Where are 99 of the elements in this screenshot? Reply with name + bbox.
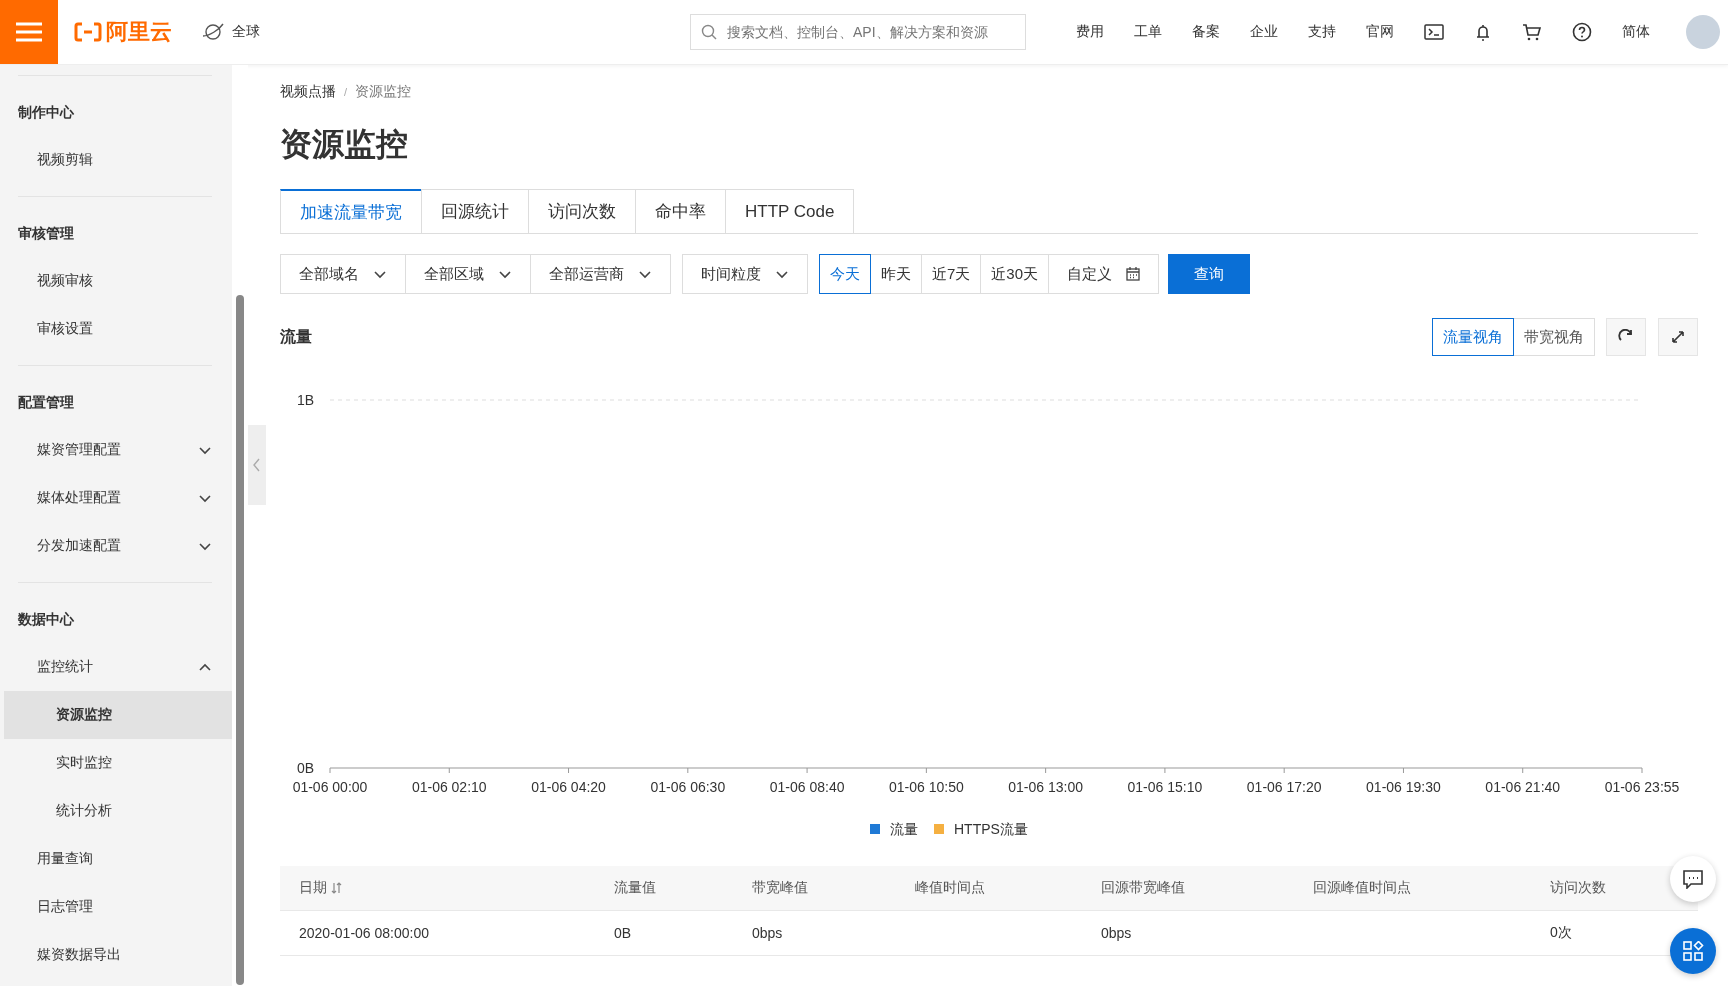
legend-label[interactable]: 流量 [890,821,918,837]
cart-icon[interactable] [1522,23,1542,41]
search-icon [701,24,717,40]
sidebar-item[interactable]: 用量查询 [4,835,232,883]
nav-link[interactable]: 备案 [1192,23,1220,41]
sidebar-item[interactable]: 媒资数据导出 [4,931,232,979]
caret-icon [498,268,512,280]
language-link[interactable]: 简体 [1622,23,1650,41]
nav-link[interactable]: 支持 [1308,23,1336,41]
sidebar-item[interactable]: 视频剪辑 [4,136,232,184]
view-toggle[interactable]: 带宽视角 [1513,318,1595,356]
x-tick-label: 01-06 10:50 [889,779,964,795]
legend-label[interactable]: HTTPS流量 [954,821,1028,837]
date-range-option[interactable]: 今天 [819,254,871,294]
column-header: 访问次数 [1550,879,1606,897]
refresh-button[interactable] [1606,318,1646,356]
x-tick-label: 01-06 21:40 [1485,779,1561,795]
date-range-option[interactable]: 近7天 [921,254,982,294]
sidebar-item[interactable]: 监控统计 [4,643,232,691]
chat-button[interactable] [1670,856,1716,902]
x-tick-label: 01-06 08:40 [769,779,845,795]
x-tick-label: 01-06 23:55 [1604,779,1680,795]
sort-icon[interactable] [331,882,342,894]
nav-link[interactable]: 企业 [1250,23,1278,41]
menu-icon [16,22,42,42]
nav-link[interactable]: 官网 [1366,23,1394,41]
fullscreen-button[interactable] [1658,318,1698,356]
x-tick-label: 01-06 19:30 [1366,779,1441,795]
table-cell-text: 0bps [1101,925,1133,941]
x-tick-label: 01-06 13:00 [1008,779,1083,795]
column-header: 回源带宽峰值 [1101,879,1185,897]
apps-button[interactable] [1670,928,1716,974]
sidebar-item[interactable]: 媒体处理配置 [4,474,232,522]
caret-icon [638,268,652,280]
scrollbar-thumb[interactable] [236,295,244,985]
section-heading: 配置管理 [18,393,75,412]
column-header[interactable]: 日期 [299,879,327,897]
section-heading: 数据中心 [18,610,75,629]
caret-icon [775,268,789,280]
table-cell-text: 0次 [1550,924,1573,942]
filter-dropdown[interactable]: 全部域名 [280,254,406,294]
granularity-dropdown[interactable]: 时间粒度 [682,254,808,294]
chevron-left-icon [253,458,261,472]
nav-link[interactable]: 费用 [1076,23,1104,41]
section-heading: 审核管理 [18,224,75,243]
bell-icon[interactable] [1474,23,1492,41]
calendar-icon [1126,267,1141,281]
nav-link[interactable]: 工单 [1134,23,1162,41]
sidebar-item[interactable]: 统计分析 [4,787,232,835]
sidebar-item[interactable]: 实时监控 [4,739,232,787]
section-heading: 制作中心 [18,103,75,122]
breadcrumb-link[interactable]: 资源监控 [355,83,412,101]
sidebar-item[interactable]: 审核设置 [4,305,232,353]
logo-text: 阿里云 [106,18,172,46]
y-tick-label: 0B [296,760,314,776]
grid-icon [1682,940,1704,962]
x-tick-label: 01-06 06:30 [650,779,726,795]
column-header: 回源峰值时间点 [1313,879,1411,897]
region-label[interactable]: 全球 [232,23,260,41]
expand-arrows-icon [1671,330,1685,344]
sidebar-item[interactable]: 日志管理 [4,883,232,931]
tab[interactable]: HTTP Code [725,189,855,233]
caret-icon [373,268,387,280]
x-tick-label: 01-06 17:20 [1246,779,1322,795]
filter-dropdown[interactable]: 全部运营商 [530,254,671,294]
help-icon[interactable] [1572,22,1592,42]
custom-date-button[interactable]: 自定义 [1048,254,1160,294]
column-header: 流量值 [614,879,656,897]
date-range-option[interactable]: 昨天 [870,254,922,294]
logo-icon [74,22,102,42]
chat-icon [1683,869,1703,889]
sidebar-item[interactable]: 媒资管理配置 [4,426,232,474]
x-tick-label: 01-06 00:00 [292,779,368,795]
column-header: 带宽峰值 [752,879,808,897]
view-toggle[interactable]: 流量视角 [1432,318,1514,356]
sidebar-item[interactable]: 资源监控 [4,691,232,739]
table-cell-text: 0bps [752,925,784,941]
breadcrumb-link[interactable]: 视频点播 [280,83,336,101]
search-field[interactable]: 搜索文档、控制台、API、解决方案和资源 [690,14,1026,50]
x-tick-label: 01-06 02:10 [411,779,487,795]
tab[interactable]: 加速流量带宽 [280,189,422,233]
table-cell-text: 2020-01-06 08:00:00 [299,925,430,941]
sidebar-item[interactable]: 分发加速配置 [4,522,232,570]
table-cell-text: 0B [614,925,633,941]
collapse-handle[interactable] [248,425,266,505]
terminal-icon[interactable] [1424,23,1444,41]
chart-title: 流量 [280,326,312,347]
breadcrumb-separator: / [344,86,348,98]
query-button[interactable]: 查询 [1168,254,1251,294]
date-range-option[interactable]: 近30天 [980,254,1050,294]
x-tick-label: 01-06 04:20 [531,779,606,795]
page-title: 资源监控 [280,125,409,164]
globe-icon [202,21,224,43]
x-tick-label: 01-06 15:10 [1127,779,1203,795]
sidebar-item[interactable]: 视频审核 [4,257,232,305]
menu-button[interactable] [0,0,58,64]
y-tick-label: 1B [296,392,314,408]
filter-dropdown[interactable]: 全部区域 [405,254,531,294]
column-header: 峰值时间点 [915,879,985,897]
